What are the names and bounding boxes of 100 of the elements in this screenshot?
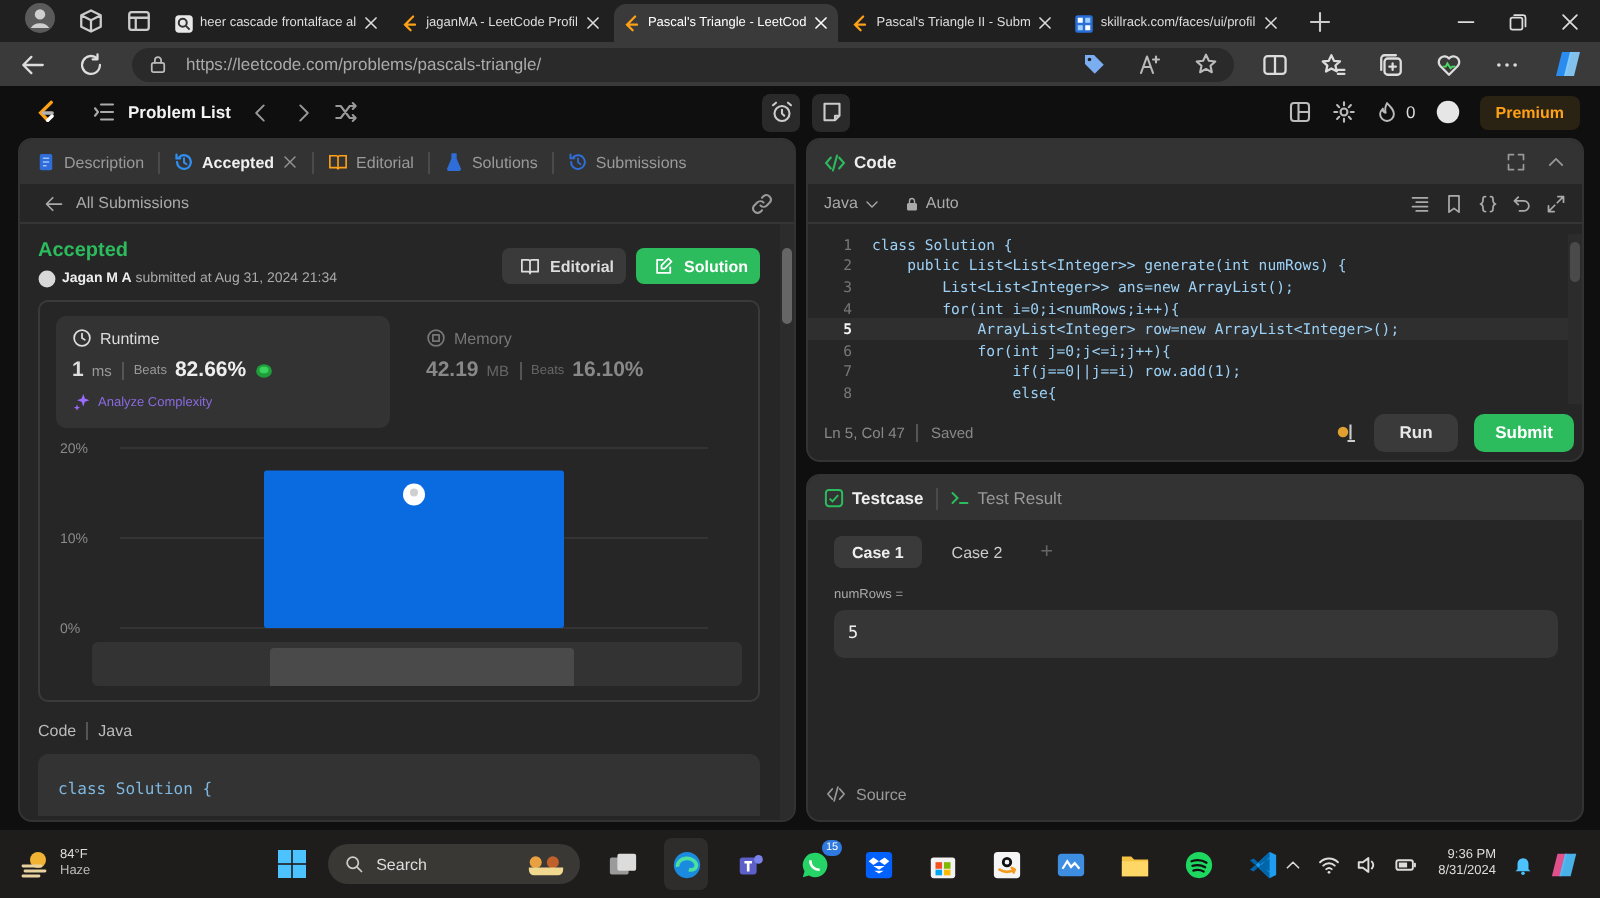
notes-button[interactable] [812, 93, 850, 131]
source-link[interactable]: Source [808, 784, 1582, 820]
copilot-icon[interactable] [1550, 849, 1580, 879]
back-arrow-icon [44, 193, 64, 213]
url-text: https://leetcode.com/problems/pascals-triangle/ [186, 54, 542, 74]
link-icon[interactable] [750, 191, 774, 215]
expand-icon[interactable] [1546, 193, 1566, 213]
profile-icon[interactable] [24, 2, 56, 34]
heart-pulse-icon[interactable] [1436, 51, 1462, 77]
format-icon[interactable] [1410, 193, 1430, 213]
document-icon [36, 152, 56, 172]
leetcode-favicon [850, 13, 871, 33]
problem-list-link[interactable]: Problem List [92, 100, 231, 124]
book-icon [520, 256, 540, 276]
beats-percent: 82.66% [174, 358, 247, 382]
history-icon [174, 152, 195, 172]
collections-icon[interactable] [1378, 51, 1404, 77]
metric-value: 42.19 [426, 358, 479, 382]
flask-icon [443, 152, 464, 172]
copilot-icon[interactable] [1552, 48, 1584, 80]
code-line: class Solution { [58, 780, 213, 798]
food-illustration-icon [524, 852, 569, 876]
scrollbar[interactable] [1568, 234, 1582, 404]
back-link[interactable]: All Submissions [44, 193, 189, 213]
avatar-icon[interactable] [1435, 100, 1460, 124]
range-handle[interactable] [270, 648, 574, 686]
panel-tab[interactable]: Description [30, 148, 151, 176]
split-screen-icon[interactable] [1262, 51, 1288, 77]
browser-icon[interactable] [671, 849, 702, 879]
beats-percent: 16.10% [572, 358, 644, 382]
auto-mode-toggle[interactable]: Auto [903, 194, 959, 212]
leetcode-favicon [621, 13, 642, 33]
clock-icon [72, 328, 92, 348]
settings-icon[interactable] [1332, 100, 1357, 124]
people-app-icon[interactable] [735, 849, 766, 879]
lock-icon [903, 195, 920, 211]
sparkle-icon [72, 392, 92, 412]
panel-title: Code [854, 152, 897, 172]
search-icon [344, 854, 365, 874]
search-box[interactable]: Search [328, 844, 581, 884]
editorial-button[interactable]: Editorial [502, 248, 626, 284]
battery-icon[interactable] [1394, 853, 1419, 875]
chart-app-icon[interactable] [1055, 849, 1086, 879]
panel-tab[interactable]: Solutions [437, 148, 544, 176]
tag-icon[interactable] [1082, 52, 1106, 76]
task-view-icon[interactable] [607, 849, 638, 879]
lock-icon [148, 54, 168, 74]
panel-tab[interactable]: Test Result [949, 488, 1062, 508]
favorites-icon[interactable] [1320, 51, 1346, 77]
list-icon [92, 100, 116, 124]
wifi-icon[interactable] [1318, 853, 1341, 875]
back-arrow-icon[interactable] [20, 51, 46, 77]
close-icon[interactable] [583, 14, 602, 32]
fullscreen-icon[interactable] [1506, 152, 1526, 172]
box-app-icon[interactable] [863, 849, 894, 879]
new-tab-icon[interactable] [1307, 10, 1332, 34]
flame-icon[interactable] [1376, 100, 1399, 124]
code-icon [824, 151, 846, 173]
panel-tab[interactable]: Accepted [168, 148, 305, 176]
panel-tab[interactable]: Testcase [824, 488, 924, 508]
address-field[interactable]: https://leetcode.com/problems/pascals-triangle/ [132, 47, 1234, 81]
panel-tab[interactable]: Editorial [322, 148, 420, 176]
refresh-icon[interactable] [78, 51, 104, 77]
speaker-icon[interactable] [1356, 853, 1379, 875]
input-field[interactable]: 5 [834, 610, 1558, 658]
tab-actions-icon[interactable] [126, 8, 152, 34]
chip-icon [426, 328, 446, 348]
checkbox-icon [824, 488, 844, 508]
terminal-icon [949, 488, 970, 508]
run-button[interactable]: Run [1374, 413, 1458, 451]
close-icon[interactable] [362, 14, 381, 32]
code-editor-icon[interactable] [1247, 849, 1278, 879]
language-label: Java [98, 722, 133, 740]
read-aloud-icon[interactable] [1138, 52, 1162, 76]
music-app-icon[interactable] [1183, 849, 1214, 879]
braces-icon[interactable] [1478, 193, 1498, 213]
case-tab[interactable]: Case 2 [933, 536, 1021, 568]
shuffle-icon[interactable] [334, 100, 359, 124]
scrollbar[interactable] [780, 224, 794, 820]
note-icon [819, 100, 843, 124]
code-icon [826, 784, 846, 804]
panel-tab[interactable]: Submissions [561, 148, 693, 176]
premium-button[interactable]: Premium [1479, 95, 1580, 129]
case-tab[interactable]: Case 1 [834, 536, 922, 568]
undo-icon[interactable] [1512, 193, 1532, 213]
timer-button[interactable] [762, 93, 800, 131]
metric-value: 1 [72, 358, 84, 382]
bookmark-icon[interactable] [1444, 193, 1464, 213]
avatar-icon [38, 270, 56, 288]
cube-icon[interactable] [78, 8, 104, 34]
chart-range-track[interactable] [92, 642, 742, 686]
bell-icon[interactable] [1512, 853, 1534, 875]
restore-icon[interactable] [1508, 12, 1528, 32]
chat-icon[interactable] [799, 849, 830, 879]
start-icon[interactable] [276, 848, 309, 880]
layout-icon[interactable] [1288, 100, 1313, 124]
star-icon[interactable] [1194, 52, 1218, 76]
language-dropdown[interactable]: Java [824, 194, 880, 212]
alarm-clock-icon [769, 100, 793, 124]
user-marker-icon [403, 483, 425, 506]
